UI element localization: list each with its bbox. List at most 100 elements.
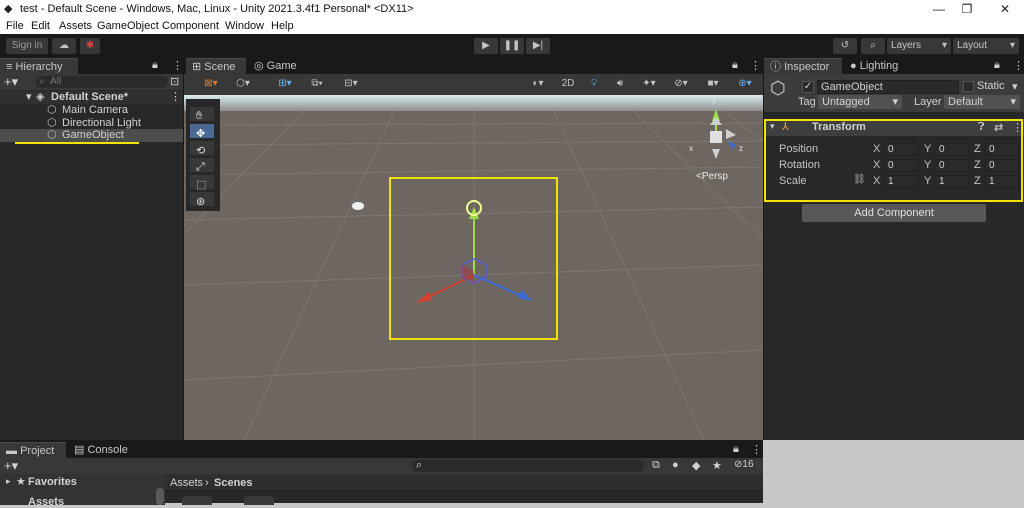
filter-icon[interactable]: ⊡: [170, 75, 179, 88]
favorite-icon[interactable]: ★: [712, 459, 722, 472]
cloud-icon[interactable]: ☁: [52, 38, 76, 54]
tag-dropdown[interactable]: Untagged ▾: [818, 95, 902, 109]
scale-snap-icon[interactable]: ⊟▾: [336, 76, 366, 92]
label-icon[interactable]: ◆: [692, 459, 700, 472]
tab-hierarchy[interactable]: ≡ Hierarchy: [0, 58, 78, 74]
rect-tool-icon[interactable]: ⬚: [196, 178, 206, 191]
pivot-icon[interactable]: ⬡▾: [228, 76, 258, 92]
add-icon[interactable]: +▾: [4, 458, 18, 474]
hierarchy-search-input[interactable]: ⌕ All: [36, 76, 168, 88]
persp-label[interactable]: <Persp: [696, 171, 728, 182]
chevron-down-icon: ▾: [941, 40, 947, 51]
effects-icon[interactable]: ✦▾: [634, 76, 664, 92]
snap-increment-icon[interactable]: ⧉▾: [302, 76, 332, 92]
move-tool-icon[interactable]: ✥: [196, 127, 205, 140]
scene-row[interactable]: ▾ ◈ Default Scene* ⋮: [0, 91, 183, 104]
scrollbar-thumb[interactable]: [156, 488, 164, 505]
breadcrumb-scenes[interactable]: Scenes: [214, 477, 253, 489]
menu-edit[interactable]: Edit: [31, 20, 50, 32]
asset-thumbnail[interactable]: [244, 496, 274, 505]
collab-icon[interactable]: ✱: [80, 38, 100, 54]
grid-snap-icon[interactable]: ⊞▾: [270, 76, 300, 92]
rotate-tool-icon[interactable]: ⟲: [196, 144, 205, 157]
transform-tool-icon[interactable]: ⊛: [196, 195, 205, 208]
kebab-icon[interactable]: ⋮: [1013, 59, 1024, 72]
object-header: ⬡ ✓ GameObject Static ▾ Tag Untagged ▾ L…: [764, 74, 1024, 112]
object-name-field[interactable]: GameObject: [817, 80, 959, 94]
layers-dropdown[interactable]: Layers ▾: [887, 38, 951, 54]
tab-scene[interactable]: ⊞ Scene: [186, 58, 246, 74]
tab-console[interactable]: ▤ Console: [68, 442, 134, 458]
breadcrumb: Assets › Scenes: [165, 474, 763, 491]
list-item[interactable]: ⬡ Main Camera: [0, 104, 183, 117]
hidden-objects-icon[interactable]: ⊘▾: [666, 76, 696, 92]
favorites-label[interactable]: Favorites: [28, 476, 77, 488]
info-icon: ⓘ: [770, 61, 785, 73]
menu-file[interactable]: File: [6, 20, 24, 32]
gizmo-y-label: y: [712, 96, 716, 105]
lock-icon[interactable]: 🔒︎: [732, 59, 738, 72]
lock-icon[interactable]: 🔒︎: [994, 59, 1000, 72]
pause-button[interactable]: ❚❚: [500, 38, 524, 54]
scene-panel: ⊞ Scene ◎ Game 🔒︎ ⋮ ⊠▾ ⬡▾ ⊞▾ ⧉▾ ⊟▾ ◐▾ 2D…: [184, 58, 763, 440]
camera-icon[interactable]: ■▾: [698, 76, 728, 92]
minimize-icon[interactable]: —: [924, 1, 954, 17]
play-button[interactable]: ▶: [474, 38, 498, 54]
layout-dropdown[interactable]: Layout ▾: [953, 38, 1019, 54]
menu-window[interactable]: Window: [225, 20, 264, 32]
layer-dropdown[interactable]: Default ▾: [944, 95, 1020, 109]
menu-gameobject[interactable]: GameObject: [97, 20, 159, 32]
menu-assets[interactable]: Assets: [59, 20, 92, 32]
tab-project[interactable]: ▬ Project: [0, 442, 66, 458]
step-button[interactable]: ▶|: [526, 38, 550, 54]
list-item-selected[interactable]: ⬡ GameObject: [0, 129, 183, 142]
add-icon[interactable]: +▾: [4, 74, 18, 90]
menu-bar: File Edit Assets GameObject Component Wi…: [0, 18, 1024, 34]
inspector-tabbar: ⓘ Inspector ● Lighting 🔒︎ ⋮: [764, 58, 1024, 74]
asset-thumbnail[interactable]: [182, 496, 212, 505]
inspector-panel: ⓘ Inspector ● Lighting 🔒︎ ⋮ ⬡ ✓ GameObje…: [763, 58, 1024, 440]
lighting-icon[interactable]: 💡︎: [582, 76, 606, 92]
add-component-button[interactable]: Add Component: [802, 204, 986, 222]
hidden-count: 16: [742, 459, 754, 470]
hand-tool-icon[interactable]: ✋︎: [196, 110, 202, 123]
mode-2d-button[interactable]: 2D: [556, 76, 580, 92]
tab-inspector[interactable]: ⓘ Inspector: [764, 58, 842, 74]
title-bar: ◆ test - Default Scene - Windows, Mac, L…: [0, 0, 1024, 18]
static-checkbox[interactable]: [963, 81, 974, 92]
scene-toolbar: ⊠▾ ⬡▾ ⊞▾ ⧉▾ ⊟▾ ◐▾ 2D 💡︎ 🔊︎ ✦▾ ⊘▾ ■▾ ⊕▾: [184, 74, 763, 95]
search-icon: ⌕: [416, 459, 423, 471]
kebab-icon[interactable]: ⋮: [172, 59, 183, 72]
filter-type-icon[interactable]: ●: [672, 459, 679, 471]
menu-help[interactable]: Help: [271, 20, 294, 32]
audio-icon[interactable]: 🔊︎: [608, 76, 632, 92]
breadcrumb-assets[interactable]: Assets: [170, 477, 203, 489]
grid-icon: ⊞: [192, 61, 205, 73]
project-search-input[interactable]: ⌕: [412, 459, 644, 472]
lock-icon[interactable]: 🔒︎: [152, 59, 158, 72]
shading-mode-icon[interactable]: ◐▾: [522, 76, 554, 92]
tab-game[interactable]: ◎ Game: [248, 58, 304, 74]
bulb-icon: ●: [850, 60, 860, 72]
chevron-down-icon[interactable]: ▾: [1012, 80, 1018, 93]
active-checkbox[interactable]: ✓: [802, 81, 814, 93]
search-scope-icon[interactable]: ⧉: [652, 459, 660, 472]
hidden-packages-icon[interactable]: ⊘16: [734, 459, 754, 470]
sign-in-button[interactable]: Sign in: [6, 38, 48, 54]
static-label: Static: [977, 80, 1005, 92]
tab-lighting[interactable]: ● Lighting: [844, 58, 912, 74]
gizmos-icon[interactable]: ⊕▾: [730, 76, 760, 92]
kebab-icon[interactable]: ⋮: [750, 59, 761, 72]
kebab-icon[interactable]: ⋮: [751, 443, 762, 456]
tool-handle-icon[interactable]: ⊠▾: [196, 76, 226, 92]
menu-component[interactable]: Component: [162, 20, 219, 32]
scale-tool-icon[interactable]: ⤢: [196, 161, 205, 174]
maximize-icon[interactable]: ❐: [952, 1, 982, 17]
scene-viewport[interactable]: <Persp x y z ✋︎ ✥ ⟲ ⤢ ⬚ ⊛: [184, 95, 763, 440]
kebab-icon[interactable]: ⋮: [170, 91, 181, 104]
close-icon[interactable]: ✕: [990, 1, 1020, 17]
history-icon[interactable]: ↺: [833, 38, 857, 54]
lock-icon[interactable]: 🔒︎: [733, 443, 739, 456]
assets-root-label[interactable]: Assets: [28, 496, 64, 508]
search-icon[interactable]: ⌕: [861, 38, 885, 54]
